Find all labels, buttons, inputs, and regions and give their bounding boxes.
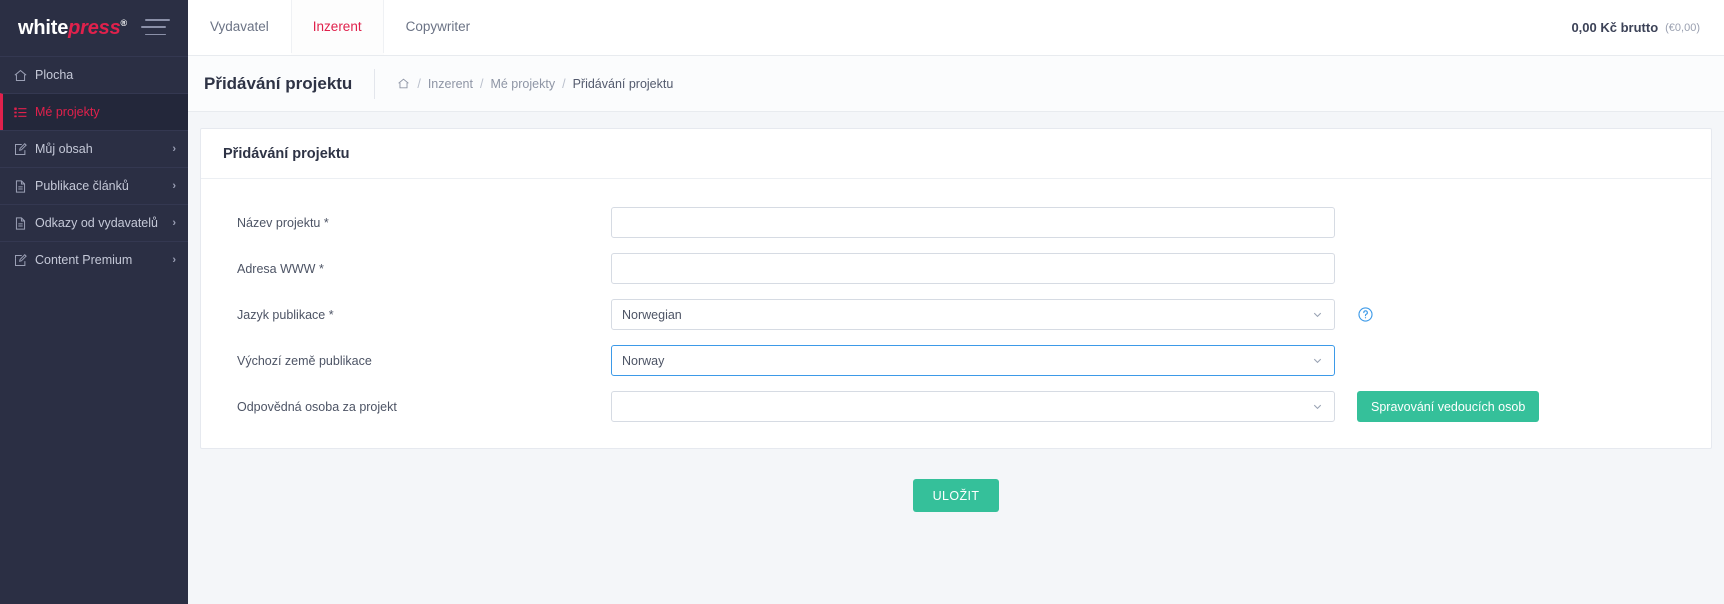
- save-button[interactable]: ULOŽIT: [912, 479, 1000, 512]
- sidebar-item-publikace-clanku[interactable]: Publikace článků ›: [0, 167, 188, 204]
- sidebar-item-muj-obsah[interactable]: Můj obsah ›: [0, 130, 188, 167]
- balance-gross: 0,00 Kč brutto: [1571, 20, 1659, 35]
- tab-vydavatel[interactable]: Vydavatel: [188, 0, 291, 55]
- label-publication-language: Jazyk publikace *: [237, 307, 334, 322]
- breadcrumb-separator: /: [479, 76, 484, 91]
- default-country-value: Norway: [622, 353, 665, 368]
- sidebar-item-plocha[interactable]: Plocha: [0, 56, 188, 93]
- whitepress-logo[interactable]: white press ®: [18, 18, 127, 38]
- sidebar-item-odkazy-od-vydavatelu[interactable]: Odkazy od vydavatelů ›: [0, 204, 188, 241]
- document-icon: [13, 178, 35, 194]
- form-row-publication-language: Jazyk publikace * Norwegian: [223, 299, 1689, 330]
- field-wrap-default-country: Norway: [611, 345, 1335, 376]
- chevron-right-icon: ›: [172, 142, 176, 155]
- pencil-square-icon: [13, 252, 35, 268]
- content-area: Přidávání projektu Název projektu * Adre…: [188, 112, 1724, 604]
- publication-language-help: [1335, 306, 1374, 323]
- project-name-input[interactable]: [611, 207, 1335, 238]
- sidebar-item-label: Mé projekty: [35, 105, 100, 119]
- question-circle-icon[interactable]: [1357, 306, 1374, 323]
- sidebar-item-label: Plocha: [35, 68, 74, 82]
- breadcrumb-item-current: Přidávání projektu: [572, 76, 674, 91]
- tab-copywriter[interactable]: Copywriter: [384, 0, 493, 55]
- save-area: ULOŽIT: [200, 449, 1712, 512]
- label-responsible-person: Odpovědná osoba za projekt: [237, 399, 397, 414]
- balance-eur: (€0,00): [1665, 21, 1700, 34]
- default-country-select[interactable]: Norway: [611, 345, 1335, 376]
- home-icon: [13, 67, 35, 83]
- card-title: Přidávání projektu: [223, 146, 350, 162]
- topbar: Vydavatel Inzerent Copywriter 0,00 Kč br…: [188, 0, 1724, 56]
- sidebar-item-label: Můj obsah: [35, 142, 93, 156]
- breadcrumb: / Inzerent / Mé projekty / Přidávání pro…: [375, 77, 673, 91]
- breadcrumb-item-me-projekty[interactable]: Mé projekty: [490, 77, 555, 91]
- page-title: Přidávání projektu: [204, 73, 353, 93]
- field-wrap-publication-language: Norwegian: [611, 299, 1335, 330]
- chevron-right-icon: ›: [172, 179, 176, 192]
- manage-leaders-button[interactable]: Spravování vedoucích osob: [1357, 391, 1540, 422]
- form-row-project-name: Název projektu *: [223, 207, 1689, 238]
- logo-text-white: white: [18, 17, 69, 39]
- sidebar-item-label: Publikace článků: [35, 179, 129, 193]
- label-www-address: Adresa WWW *: [237, 261, 324, 276]
- sidebar-item-content-premium[interactable]: Content Premium ›: [0, 241, 188, 278]
- chevron-right-icon: ›: [172, 216, 176, 229]
- label-project-name: Název projektu *: [237, 215, 329, 230]
- account-balance[interactable]: 0,00 Kč brutto (€0,00): [1571, 0, 1724, 55]
- card-body: Název projektu * Adresa WWW * Jazyk publ…: [201, 179, 1711, 448]
- form-row-www-address: Adresa WWW *: [223, 253, 1689, 284]
- sidebar: white press ® Plocha Mé projekty Můj obs…: [0, 0, 188, 604]
- field-wrap-project-name: [611, 207, 1335, 238]
- hamburger-icon[interactable]: [141, 19, 170, 35]
- main-area: Vydavatel Inzerent Copywriter 0,00 Kč br…: [188, 0, 1724, 604]
- sidebar-nav: Plocha Mé projekty Můj obsah › Publikace…: [0, 56, 188, 278]
- breadcrumb-separator: /: [562, 76, 566, 91]
- sidebar-item-me-projekty[interactable]: Mé projekty: [0, 93, 188, 130]
- project-form-card: Přidávání projektu Název projektu * Adre…: [200, 128, 1712, 449]
- publication-language-value: Norwegian: [622, 307, 682, 322]
- sidebar-item-label: Odkazy od vydavatelů: [35, 216, 158, 230]
- field-wrap-www-address: [611, 253, 1335, 284]
- tab-label: Copywriter: [405, 19, 471, 34]
- sidebar-item-label: Content Premium: [35, 253, 133, 267]
- tab-label: Inzerent: [312, 19, 362, 34]
- pencil-square-icon: [13, 141, 35, 157]
- www-address-input[interactable]: [611, 253, 1335, 284]
- role-tabs: Vydavatel Inzerent Copywriter: [188, 0, 492, 55]
- responsible-person-select[interactable]: [611, 391, 1335, 422]
- field-wrap-responsible-person: [611, 391, 1335, 422]
- page-header: Přidávání projektu / Inzerent / Mé proje…: [188, 56, 1724, 112]
- breadcrumb-separator: /: [417, 76, 421, 91]
- publication-language-select[interactable]: Norwegian: [611, 299, 1335, 330]
- list-icon: [13, 104, 35, 120]
- logo-trademark: ®: [120, 18, 128, 28]
- logo-text-press: press: [68, 17, 121, 39]
- home-icon[interactable]: [397, 77, 410, 90]
- document-icon: [13, 215, 35, 231]
- label-default-country: Výchozí země publikace: [237, 353, 372, 368]
- tab-label: Vydavatel: [210, 19, 269, 34]
- tab-inzerent[interactable]: Inzerent: [290, 0, 384, 55]
- form-row-default-country: Výchozí země publikace Norway: [223, 345, 1689, 376]
- card-header: Přidávání projektu: [201, 129, 1711, 179]
- responsible-person-action: Spravování vedoucích osob: [1335, 391, 1540, 422]
- brand-header: white press ®: [0, 0, 188, 56]
- chevron-right-icon: ›: [172, 253, 176, 266]
- app-root: white press ® Plocha Mé projekty Můj obs…: [0, 0, 1724, 604]
- form-row-responsible-person: Odpovědná osoba za projekt Spravování ve…: [223, 391, 1689, 422]
- breadcrumb-item-inzerent[interactable]: Inzerent: [428, 77, 473, 91]
